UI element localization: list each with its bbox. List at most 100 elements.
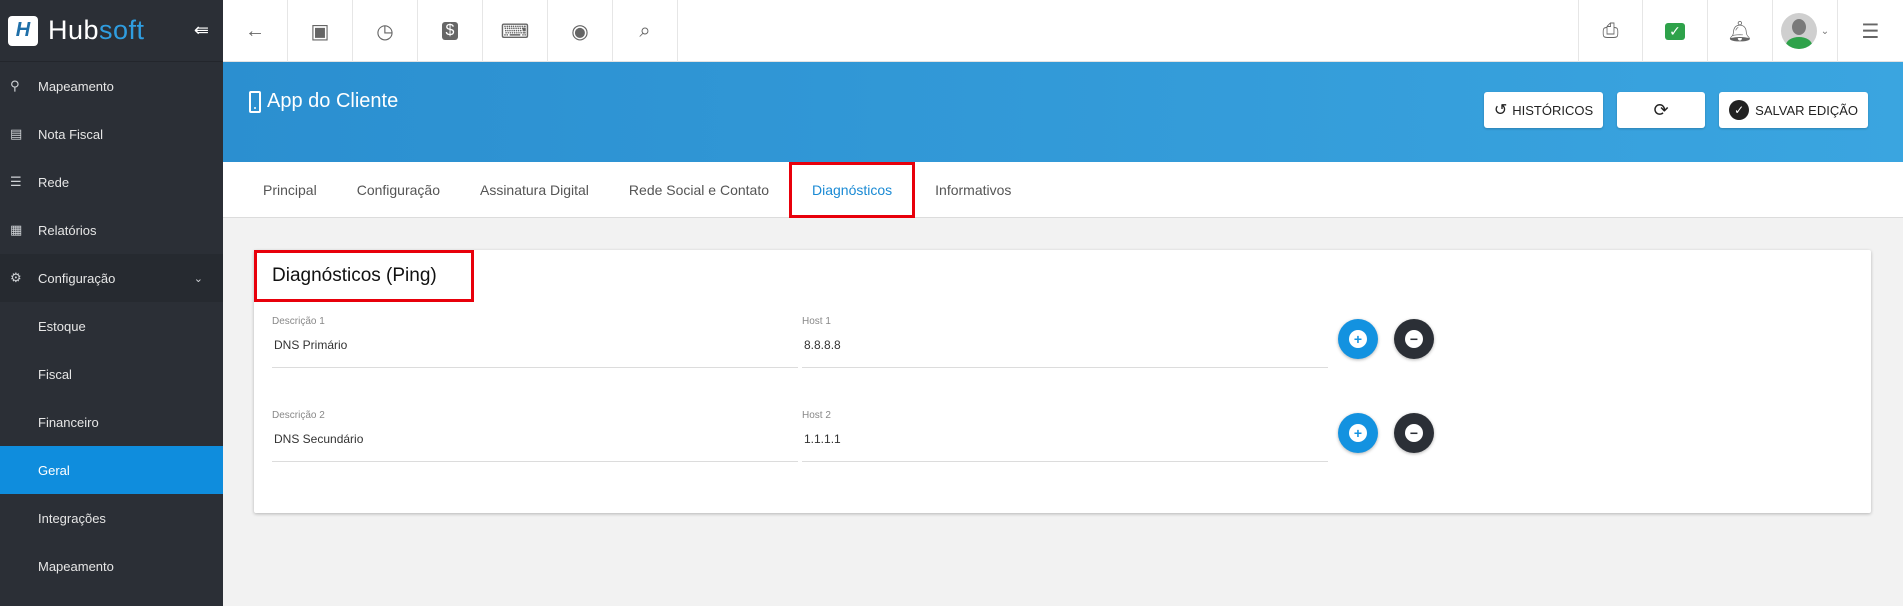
check-circle-icon: ✓ <box>1729 100 1750 120</box>
card-title: Diagnósticos (Ping) <box>254 250 474 302</box>
sidebar-item-label: Fiscal <box>38 366 72 382</box>
calendar-button[interactable]: ◷ <box>353 0 418 62</box>
chat-check-icon: ✓ <box>1665 22 1685 40</box>
descricao-1-input[interactable]: DNS Primário <box>272 330 798 368</box>
field-label: Host 2 <box>802 410 831 421</box>
tab-diagnosticos[interactable]: Diagnósticos <box>789 162 916 218</box>
pdf-button[interactable]: ⎙ <box>1578 0 1643 62</box>
search-icon: ⌕ <box>639 19 651 42</box>
sidebar-item-label: Nota Fiscal <box>38 126 104 142</box>
sidebar-subitem-fiscal[interactable]: Fiscal <box>0 350 223 398</box>
search-button[interactable]: ⌕ <box>613 0 678 62</box>
sidebar-item-mapeamento[interactable]: ⚲ Mapeamento <box>0 62 223 110</box>
sidebar-item-label: Mapeamento <box>38 558 114 574</box>
add-row-button[interactable]: + <box>1338 319 1378 359</box>
minus-icon: − <box>1405 424 1423 442</box>
host-2-input[interactable]: 1.1.1.1 <box>802 424 1328 462</box>
topbar: ← ▣ ◷ $ ⌨ ◉ ⌕ ⎙ ✓ 🔔︎ ⌄ ☰ <box>223 0 1903 62</box>
remove-row-button[interactable]: − <box>1394 413 1434 453</box>
remove-row-button[interactable]: − <box>1394 319 1434 359</box>
sidebar-item-nota-fiscal[interactable]: ▤ Nota Fiscal <box>0 110 223 158</box>
terminal-icon: ⌨ <box>500 20 530 43</box>
tab-label: Principal <box>263 182 317 198</box>
terminal-button[interactable]: ⌨ <box>483 0 548 62</box>
salvar-label: SALVAR EDIÇÃO <box>1755 102 1858 118</box>
field-label: Descrição 1 <box>272 316 325 327</box>
avatar-wrap: ⌄ <box>1780 13 1829 49</box>
finance-button[interactable]: $ <box>418 0 483 62</box>
page-header: App do Cliente ↺ HISTÓRICOS ⟳ ✓ SALVAR E… <box>223 62 1903 162</box>
document-icon: ▦ <box>10 222 23 237</box>
sidebar-item-label: Integrações <box>38 510 106 526</box>
descricao-2-input[interactable]: DNS Secundário <box>272 424 798 462</box>
sidebar-item-configuracao[interactable]: ⚙ Configuração ⌄ <box>0 254 223 302</box>
map-marker-icon: ⚲ <box>10 78 20 93</box>
minus-icon: − <box>1405 330 1423 348</box>
plus-icon: + <box>1349 330 1367 348</box>
host-1-input[interactable]: 8.8.8.8 <box>802 330 1328 368</box>
refresh-button[interactable]: ⟳ <box>1617 92 1706 128</box>
mobile-phone-icon <box>249 90 261 113</box>
back-button[interactable]: ← <box>223 0 288 62</box>
chevron-down-icon: ⌄ <box>193 272 203 285</box>
tab-rede-social[interactable]: Rede Social e Contato <box>609 162 789 218</box>
sidebar-item-label: Rede <box>38 174 70 190</box>
tab-principal[interactable]: Principal <box>243 162 337 218</box>
refresh-icon: ⟳ <box>1653 99 1669 120</box>
notifications-button[interactable]: 🔔︎ <box>1708 0 1773 62</box>
sidebar-subitem-geral[interactable]: Geral <box>0 446 223 494</box>
collapse-sidebar-icon[interactable]: ⇚ <box>194 20 209 41</box>
salvar-edicao-button[interactable]: ✓ SALVAR EDIÇÃO <box>1719 92 1868 128</box>
gear-icon: ⚙ <box>10 270 22 285</box>
menu-list-button[interactable]: ☰ <box>1838 0 1903 62</box>
sidebar-item-label: Mapeamento <box>38 78 114 94</box>
host-1-field[interactable]: Host 1 8.8.8.8 <box>802 316 1328 368</box>
diagnostics-card: Diagnósticos (Ping) Descrição 1 DNS Prim… <box>254 250 1871 513</box>
back-arrow-icon: ← <box>245 19 265 42</box>
sidebar-subitem-estoque[interactable]: Estoque <box>0 302 223 350</box>
avatar <box>1780 13 1817 49</box>
user-menu-button[interactable]: ⌄ <box>1773 0 1838 62</box>
contact-card-icon: ▣ <box>310 20 330 43</box>
descricao-1-field[interactable]: Descrição 1 DNS Primário <box>272 316 798 368</box>
descricao-2-field[interactable]: Descrição 2 DNS Secundário <box>272 410 798 462</box>
sidebar-subitem-mapeamento[interactable]: Mapeamento <box>0 542 223 590</box>
tab-bar: Principal Configuração Assinatura Digita… <box>223 162 1903 218</box>
sidebar-item-label: Financeiro <box>38 414 99 430</box>
view-button[interactable]: ◉ <box>548 0 613 62</box>
receipt-icon: ▤ <box>10 126 23 141</box>
sidebar-item-label: Configuração <box>38 270 116 286</box>
add-row-button[interactable]: + <box>1338 413 1378 453</box>
field-label: Descrição 2 <box>272 410 325 421</box>
sidebar-subitem-integracoes[interactable]: Integrações <box>0 494 223 542</box>
sidebar-item-label: Geral <box>38 462 70 478</box>
header-actions: ↺ HISTÓRICOS ⟳ ✓ SALVAR EDIÇÃO <box>1483 92 1868 128</box>
sidebar-nav: ⚲ Mapeamento ▤ Nota Fiscal ☰ Rede ▦ Rela… <box>0 62 223 590</box>
tab-assinatura-digital[interactable]: Assinatura Digital <box>460 162 609 218</box>
sidebar-item-label: Estoque <box>38 318 86 334</box>
historicos-button[interactable]: ↺ HISTÓRICOS <box>1483 92 1604 128</box>
chat-button[interactable]: ✓ <box>1643 0 1708 62</box>
bell-icon: 🔔︎ <box>1727 20 1753 43</box>
sidebar-item-rede[interactable]: ☰ Rede <box>0 158 223 206</box>
tab-informativos[interactable]: Informativos <box>915 162 1031 218</box>
tab-label: Diagnósticos <box>812 182 893 198</box>
calendar-clock-icon: ◷ <box>376 20 394 43</box>
list-icon: ☰ <box>1861 20 1880 43</box>
sidebar: H Hubsoft ⇚ ⚲ Mapeamento ▤ Nota Fiscal ☰… <box>0 0 223 606</box>
field-label: Host 1 <box>802 316 831 327</box>
host-2-field[interactable]: Host 2 1.1.1.1 <box>802 410 1328 462</box>
contacts-button[interactable]: ▣ <box>288 0 353 62</box>
page-title: App do Cliente <box>267 90 399 112</box>
tab-configuracao[interactable]: Configuração <box>337 162 460 218</box>
tab-label: Rede Social e Contato <box>628 182 770 198</box>
page-title-wrap: App do Cliente <box>249 90 398 113</box>
sidebar-item-label: Relatórios <box>38 222 97 238</box>
server-icon: ☰ <box>10 174 22 189</box>
tab-label: Assinatura Digital <box>479 182 589 198</box>
sidebar-subitem-financeiro[interactable]: Financeiro <box>0 398 223 446</box>
eye-icon: ◉ <box>571 20 589 43</box>
pdf-icon: ⎙ <box>1602 19 1619 42</box>
sidebar-item-relatorios[interactable]: ▦ Relatórios <box>0 206 223 254</box>
brand-name: Hubsoft <box>48 15 145 46</box>
